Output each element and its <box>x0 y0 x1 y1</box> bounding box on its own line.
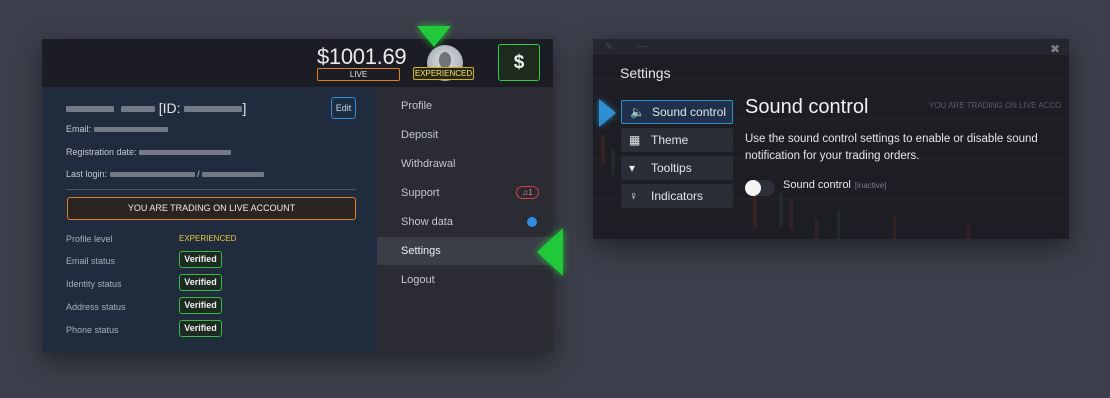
id-label: [ID: <box>158 100 181 116</box>
menu-item-settings[interactable]: Settings <box>377 237 553 265</box>
toggle-knob <box>745 180 761 196</box>
show-data-toggle[interactable] <box>527 217 537 227</box>
balance-amount: $1001.69 <box>317 44 407 69</box>
tab-theme[interactable]: ▦ Theme <box>621 128 733 152</box>
toggle-state-text: [inactive] <box>854 181 887 190</box>
toggle-label-text: Sound control <box>783 179 851 191</box>
highlight-arrow-left-icon <box>537 228 563 276</box>
identity-status-label: Identity status <box>66 279 122 289</box>
tab-tooltips[interactable]: ▾ Tooltips <box>621 156 733 180</box>
deposit-button[interactable]: $ <box>498 44 540 81</box>
phone-status-label: Phone status <box>66 325 119 335</box>
support-count: 1 <box>528 188 533 197</box>
profile-info: [ID: ] Edit Email: Registration date: La… <box>42 87 377 352</box>
grid-icon: ▦ <box>629 133 641 147</box>
redacted-last-name <box>120 106 155 113</box>
profile-level-label: Profile level <box>66 234 113 244</box>
tooltip-icon: ▾ <box>629 161 636 175</box>
speaker-icon: 🔈 <box>630 105 645 119</box>
background-live-notice: YOU ARE TRADING ON LIVE ACCO <box>929 101 1062 110</box>
tab-indicators[interactable]: ♀ Indicators <box>621 184 733 208</box>
last-login-label: Last login: <box>66 169 108 179</box>
user-silhouette-icon <box>439 52 451 68</box>
tab-sound-control[interactable]: 🔈 Sound control <box>621 100 733 124</box>
menu-item-label: Profile <box>401 100 433 112</box>
edit-button[interactable]: Edit <box>331 97 356 119</box>
settings-modal: ✎ — ✖ YOU ARE TRADING ON LIVE ACCO Setti… <box>593 39 1069 239</box>
menu-item-label: Deposit <box>401 129 439 141</box>
menu-item-label: Settings <box>401 245 441 257</box>
lightbulb-icon: ♀ <box>629 189 638 203</box>
redacted-last-login-ip <box>202 172 265 178</box>
section-description: Use the sound control settings to enable… <box>745 133 1038 162</box>
divider <box>66 189 356 190</box>
top-bar: $1001.69 LIVE EXPERIENCED $ <box>42 39 553 87</box>
email-line: Email: <box>66 124 168 134</box>
close-icon[interactable]: ✖ <box>1050 42 1060 56</box>
address-status-badge: Verified <box>179 297 222 314</box>
menu-item-label: Show data <box>401 216 453 228</box>
redacted-id <box>184 106 243 113</box>
profile-level-value: EXPERIENCED <box>179 234 237 243</box>
registration-label: Registration date: <box>66 147 137 157</box>
toolbar-strip <box>593 39 1069 55</box>
phone-status-badge: Verified <box>179 320 222 337</box>
dollar-icon: $ <box>513 52 525 73</box>
last-login-separator: / <box>197 169 200 179</box>
tab-label: Tooltips <box>651 161 692 175</box>
minus-icon[interactable]: — <box>637 41 647 52</box>
menu-item-withdrawal[interactable]: Withdrawal <box>377 150 553 178</box>
email-status-badge: Verified <box>179 251 222 268</box>
redacted-last-login-time <box>109 172 195 178</box>
section-heading: Sound control <box>745 96 869 118</box>
email-status-label: Email status <box>66 256 116 266</box>
account-dropdown-panel: $1001.69 LIVE EXPERIENCED $ [ID: ] Edit … <box>42 39 553 352</box>
settings-title: Settings <box>620 65 671 81</box>
profile-level-badge: EXPERIENCED <box>413 67 474 80</box>
sound-control-toggle-label: Sound control [inactive] <box>783 179 886 191</box>
tab-label: Theme <box>651 133 689 147</box>
menu-item-label: Support <box>401 187 440 199</box>
menu-item-deposit[interactable]: Deposit <box>377 121 553 149</box>
redacted-email <box>93 127 168 133</box>
redacted-registration-date <box>139 150 232 156</box>
redacted-first-name <box>66 106 114 113</box>
email-label: Email: <box>66 124 92 134</box>
menu-item-logout[interactable]: Logout <box>377 266 553 294</box>
pencil-icon[interactable]: ✎ <box>605 42 613 53</box>
menu-item-label: Logout <box>401 274 435 286</box>
highlight-arrow-right-icon <box>599 99 616 127</box>
profile-name-id: [ID: ] <box>66 100 246 116</box>
live-account-notice: YOU ARE TRADING ON LIVE ACCOUNT <box>67 197 356 220</box>
menu-item-show-data[interactable]: Show data <box>377 208 553 236</box>
menu-item-profile[interactable]: Profile <box>377 92 553 120</box>
address-status-label: Address status <box>66 302 126 312</box>
menu-item-label: Withdrawal <box>401 158 456 170</box>
identity-status-badge: Verified <box>179 274 222 291</box>
tab-label: Indicators <box>651 189 704 203</box>
tab-label: Sound control <box>652 105 727 119</box>
last-login-line: Last login: / <box>66 169 265 179</box>
menu-item-support[interactable]: Support ♫1 <box>377 179 553 207</box>
sound-control-toggle[interactable] <box>745 180 775 196</box>
support-notification-badge: ♫1 <box>516 186 539 199</box>
highlight-arrow-down-icon <box>417 26 451 47</box>
account-mode-badge[interactable]: LIVE <box>317 68 400 81</box>
id-close: ] <box>242 100 247 116</box>
account-menu: Profile Deposit Withdrawal Support ♫1 Sh… <box>377 87 553 352</box>
registration-line: Registration date: <box>66 147 232 157</box>
